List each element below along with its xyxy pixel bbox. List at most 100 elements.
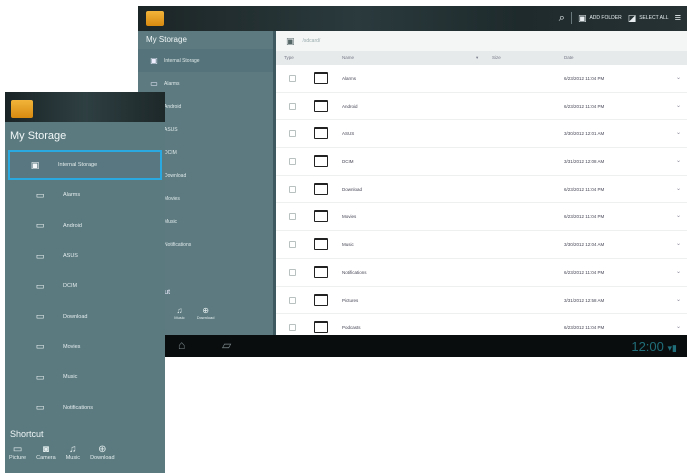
shortcut-camera[interactable]: ◙ Camera — [36, 444, 56, 461]
row-checkbox[interactable] — [289, 241, 296, 249]
chevron-down-icon[interactable]: ⌄ — [676, 185, 681, 192]
path-bar: ▣ /sdcard/ — [276, 31, 687, 51]
shortcut-label: Camera — [36, 455, 56, 461]
tablet-status-bar: ⌕ ▣ ADD FOLDER ◪ SELECT ALL ≡ — [138, 6, 687, 31]
file-row[interactable]: Music 3/30/2012 12:04 AM ⌄ — [276, 231, 687, 259]
divider — [570, 12, 572, 24]
shortcut-picture[interactable]: ▭ Picture — [9, 444, 26, 461]
tablet-screen: ⌕ ▣ ADD FOLDER ◪ SELECT ALL ≡ My Storage… — [138, 6, 687, 357]
sidebar-item-label: ASUS — [63, 253, 78, 260]
shortcut-music[interactable]: ♫ Music — [174, 306, 184, 320]
chevron-down-icon[interactable]: ⌄ — [676, 212, 681, 219]
row-checkbox[interactable] — [289, 102, 296, 110]
chevron-down-icon[interactable]: ⌄ — [676, 296, 681, 303]
shortcut-download[interactable]: ⊕ Download — [197, 306, 215, 320]
sidebar-item-label: Download — [63, 313, 88, 320]
row-checkbox[interactable] — [289, 185, 296, 193]
shortcut-label: Download — [90, 455, 115, 461]
folder-icon: ▭ — [35, 341, 45, 352]
file-row[interactable]: DCIM 3/31/2012 12:08 AM ⌄ — [276, 148, 687, 176]
file-row[interactable]: Movies 6/23/2012 11:04 PM ⌄ — [276, 203, 687, 232]
file-name: Notifications — [342, 269, 367, 275]
folder-icon: ▭ — [35, 371, 45, 382]
row-checkbox[interactable] — [289, 130, 296, 138]
select-icon: ◪ — [627, 13, 637, 23]
sidebar-item-label: Android — [63, 222, 82, 229]
shortcut-label: Download — [196, 315, 215, 320]
current-path[interactable]: /sdcard/ — [303, 38, 321, 44]
sidebar-item-internal-storage[interactable]: ▣ Internal Storage — [138, 49, 273, 72]
chevron-down-icon[interactable]: ⌄ — [676, 157, 681, 164]
row-checkbox[interactable] — [289, 75, 296, 82]
file-name: Pictures — [342, 297, 359, 303]
file-row[interactable]: Notifications 6/23/2012 11:04 PM ⌄ — [276, 259, 687, 287]
sidebar-title: My Storage — [146, 35, 187, 44]
file-date: 3/31/2012 12:08 AM — [564, 159, 605, 165]
file-date: 6/23/2012 11:04 PM — [564, 325, 605, 331]
chevron-down-icon[interactable]: ⌄ — [676, 102, 681, 109]
search-icon[interactable]: ⌕ — [559, 11, 565, 25]
folder-icon: ▭ — [150, 79, 158, 88]
phone-item-android[interactable]: ▭ Android — [5, 211, 165, 241]
phone-shortcut-row: ▭ Picture ◙ Camera ♫ Music ⊕ Download — [9, 444, 115, 461]
folder-icon — [314, 127, 328, 140]
row-checkbox[interactable] — [289, 296, 296, 304]
chevron-down-icon[interactable]: ⌄ — [676, 129, 681, 136]
sidebar-item-label: Internal Storage — [164, 57, 200, 64]
music-icon: ♫ — [176, 306, 183, 315]
row-checkbox[interactable] — [289, 324, 296, 332]
sidebar-item-label: Music — [164, 218, 178, 225]
phone-item-download[interactable]: ▭ Download — [5, 301, 165, 331]
storage-icon: ▣ — [150, 56, 158, 65]
column-type[interactable]: Type — [284, 55, 294, 60]
row-checkbox[interactable] — [289, 268, 296, 276]
download-icon: ⊕ — [202, 306, 209, 315]
phone-sidebar-panel: My Storage ▣ Internal Storage ▭ Alarms ▭… — [5, 92, 165, 473]
phone-item-internal-storage[interactable]: ▣ Internal Storage — [8, 150, 162, 181]
chevron-down-icon[interactable]: ⌄ — [676, 323, 681, 330]
file-name: DCIM — [342, 159, 354, 165]
picture-icon: ▭ — [12, 444, 23, 455]
file-date: 6/23/2012 11:04 PM — [564, 269, 605, 275]
folder-icon — [314, 210, 328, 223]
phone-item-music[interactable]: ▭ Music — [5, 362, 165, 392]
folder-icon — [314, 321, 328, 334]
sidebar-item-label: Android — [164, 103, 182, 110]
sidebar-item-label: Download — [164, 172, 187, 179]
column-size[interactable]: Size — [492, 55, 501, 60]
phone-item-alarms[interactable]: ▭ Alarms — [5, 180, 165, 210]
chevron-down-icon[interactable]: ⌄ — [676, 268, 681, 275]
file-row[interactable]: Pictures 3/31/2012 12:58 AM ⌄ — [276, 287, 687, 315]
shortcut-music[interactable]: ♫ Music — [66, 444, 80, 461]
file-date: 3/30/2012 12:04 AM — [564, 242, 605, 248]
file-name: Alarms — [342, 76, 357, 81]
menu-icon[interactable]: ≡ — [675, 11, 681, 25]
folder-icon — [314, 238, 328, 251]
home-icon[interactable]: ⌂ — [178, 338, 185, 352]
phone-item-dcim[interactable]: ▭ DCIM — [5, 271, 165, 301]
file-row[interactable]: Download 6/23/2012 11:04 PM ⌄ — [276, 176, 687, 204]
select-all-button[interactable]: ◪ SELECT ALL — [628, 11, 669, 25]
file-row[interactable]: Alarms 6/23/2012 11:04 PM ⌄ — [276, 65, 687, 93]
folder-icon — [314, 72, 328, 84]
recent-apps-icon[interactable]: ▱ — [222, 338, 231, 352]
file-row[interactable]: ASUS 3/30/2012 12:01 AM ⌄ — [276, 120, 687, 149]
up-folder-icon[interactable]: ▣ — [286, 36, 295, 47]
file-row[interactable]: Android 6/23/2012 11:04 PM ⌄ — [276, 93, 687, 121]
column-date[interactable]: Date — [564, 55, 574, 60]
chevron-down-icon[interactable]: ⌄ — [676, 74, 681, 81]
column-name[interactable]: Name — [342, 55, 354, 60]
phone-item-notifications[interactable]: ▭ Notifications — [5, 392, 165, 422]
sidebar-item-label: Internal Storage — [58, 162, 98, 169]
phone-item-asus[interactable]: ▭ ASUS — [5, 241, 165, 271]
file-date: 3/31/2012 12:58 AM — [564, 297, 605, 303]
shortcut-download[interactable]: ⊕ Download — [90, 444, 114, 461]
phone-item-movies[interactable]: ▭ Movies — [5, 332, 165, 362]
sidebar-item-label: Alarms — [164, 80, 180, 87]
file-rows: Alarms 6/23/2012 11:04 PM ⌄ Android 6/23/201… — [276, 65, 687, 342]
chevron-down-icon[interactable]: ⌄ — [676, 240, 681, 247]
file-name: Movies — [342, 214, 357, 220]
add-folder-button[interactable]: ▣ ADD FOLDER — [578, 11, 622, 25]
row-checkbox[interactable] — [289, 213, 296, 221]
row-checkbox[interactable] — [289, 158, 296, 166]
